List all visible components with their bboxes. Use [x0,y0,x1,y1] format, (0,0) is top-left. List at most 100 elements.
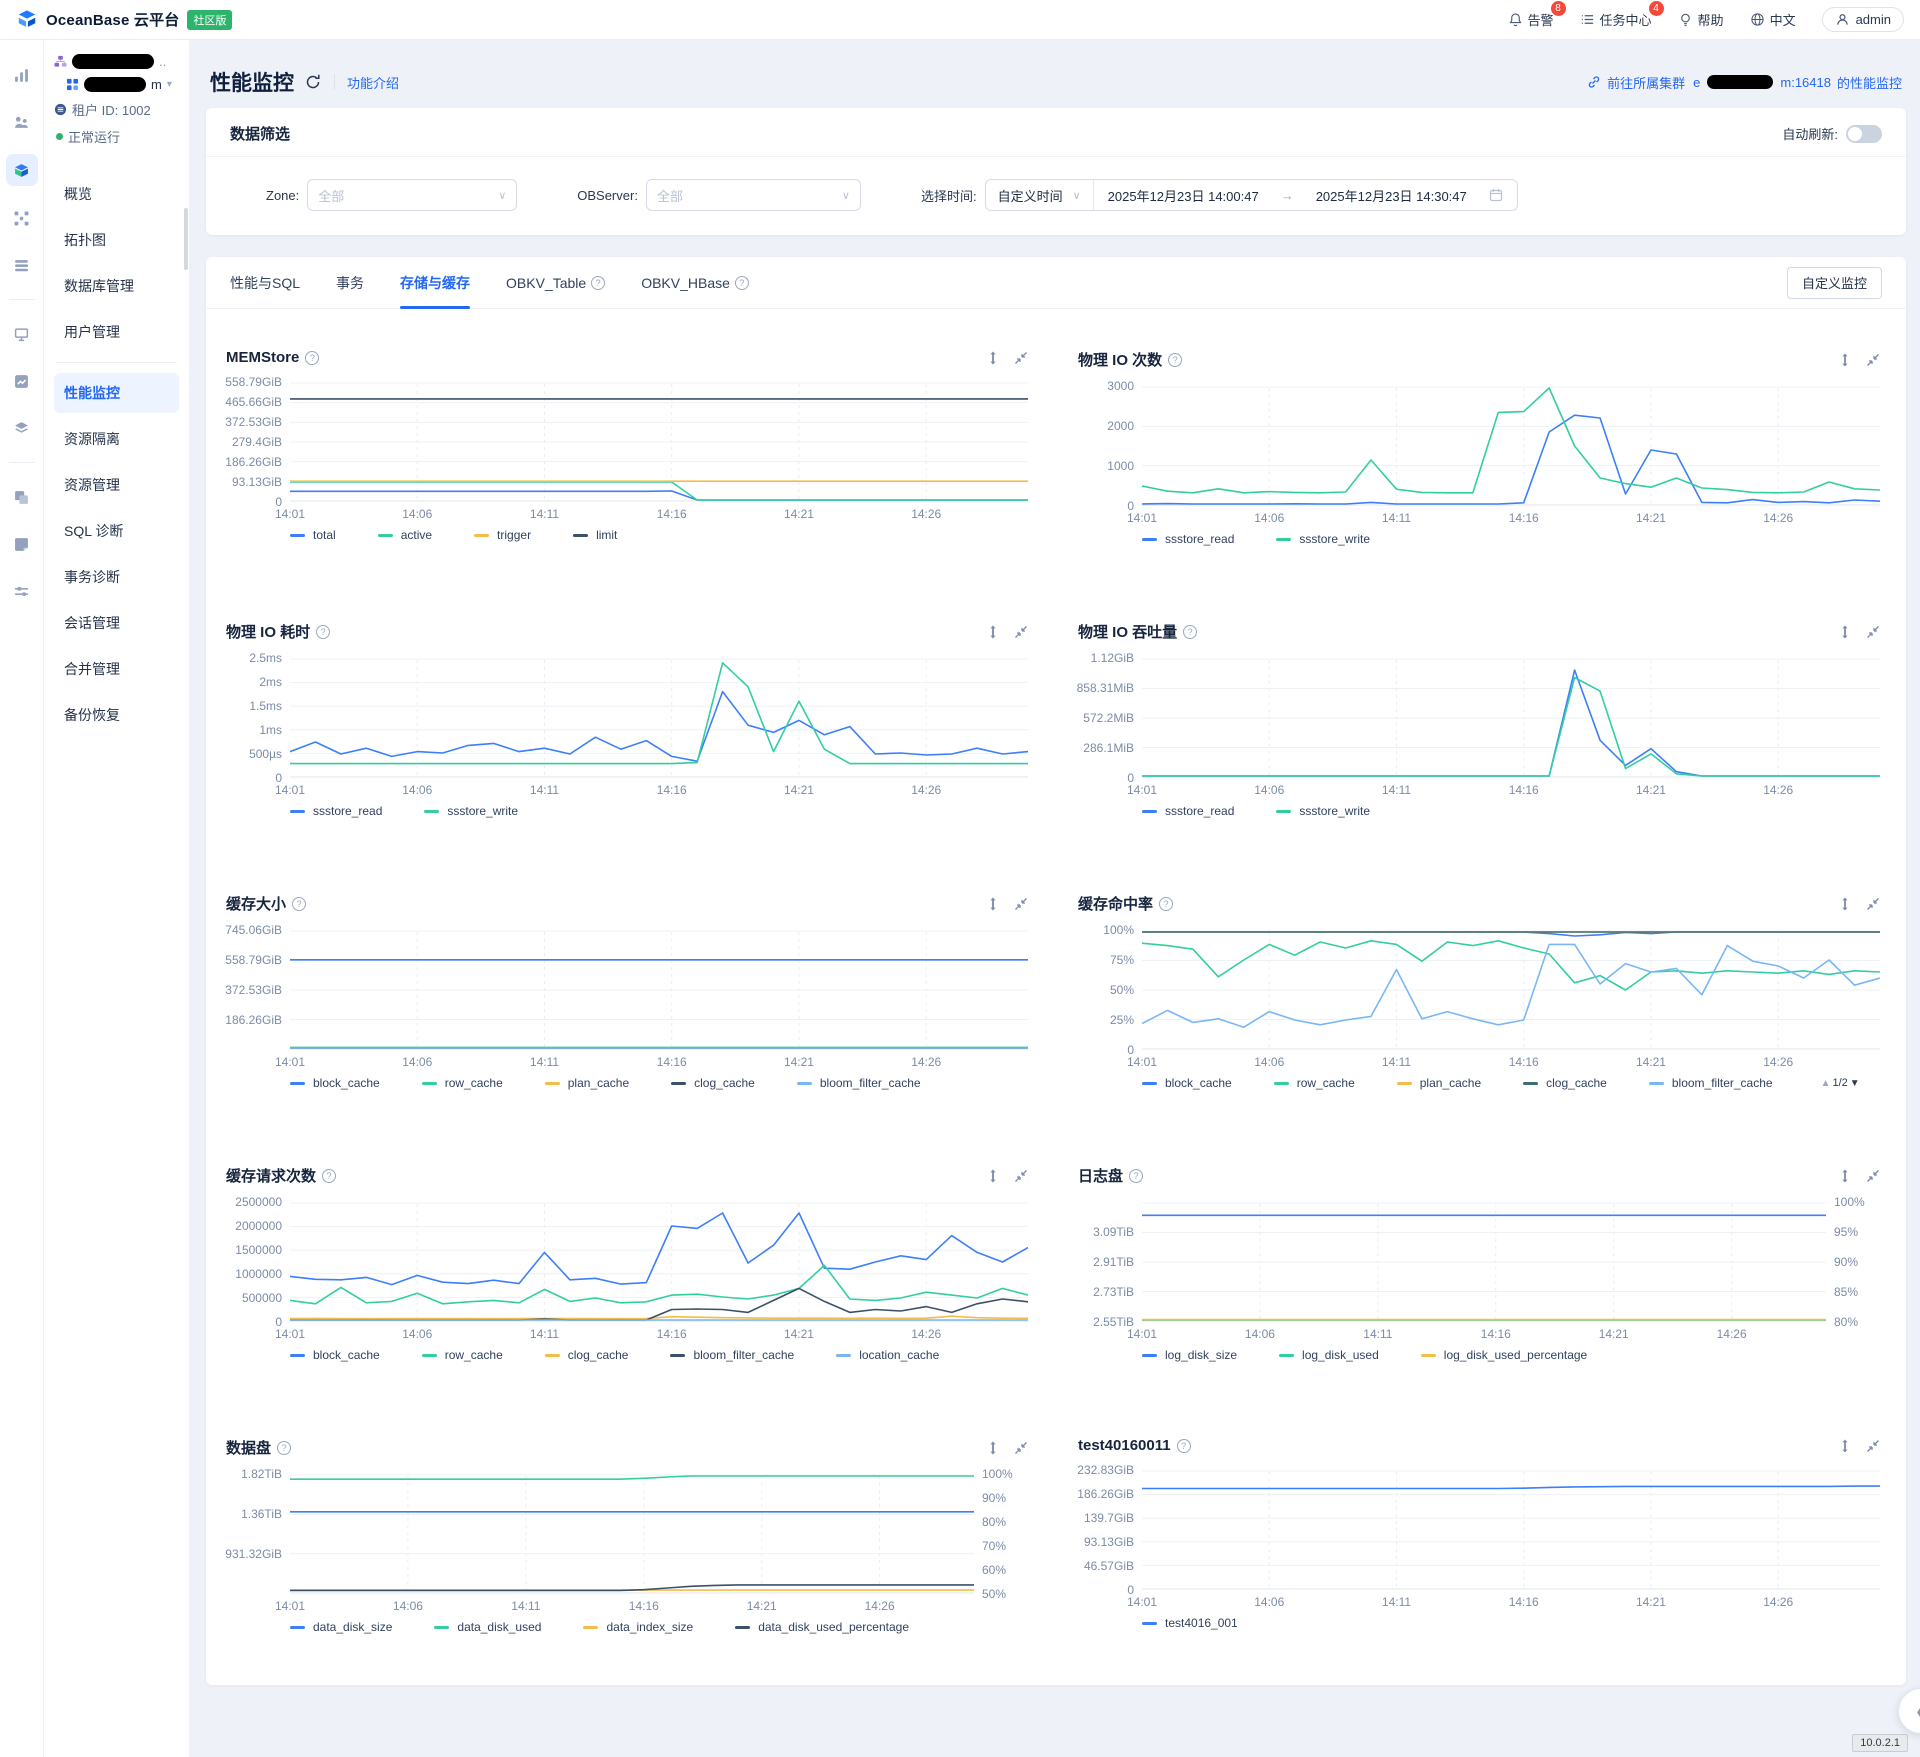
legend-item-ssstore_read[interactable]: ssstore_read [1142,532,1234,546]
tab-性能与SQL[interactable]: 性能与SQL [230,257,300,309]
drag-chart-icon[interactable] [986,351,1000,365]
topology-icon[interactable] [7,203,37,233]
sidebar-item-备份恢复[interactable]: 备份恢复 [54,695,179,735]
zone-select[interactable]: 全部 ∨ [307,179,517,211]
brand[interactable]: OceanBase 云平台 社区版 [16,9,232,31]
legend-item-plan_cache[interactable]: plan_cache [545,1076,629,1090]
tenant-cube-icon[interactable] [6,154,38,186]
legend-item-row_cache[interactable]: row_cache [422,1348,503,1362]
sidebar-item-用户管理[interactable]: 用户管理 [54,312,179,352]
legend-item-block_cache[interactable]: block_cache [290,1348,380,1362]
help-icon[interactable]: ? [1159,897,1173,911]
legend-item-clog_cache[interactable]: clog_cache [1523,1076,1607,1090]
help-icon[interactable]: ? [277,1441,291,1455]
legend-item-bloom_filter_cache[interactable]: bloom_filter_cache [797,1076,921,1090]
task-center-button[interactable]: 任务中心 4 [1580,10,1652,29]
fullscreen-icon[interactable] [1866,625,1880,639]
legend-item-ssstore_write[interactable]: ssstore_write [424,804,518,818]
tab-存储与缓存[interactable]: 存储与缓存 [400,257,470,309]
sidebar-item-事务诊断[interactable]: 事务诊断 [54,557,179,597]
legend-item-ssstore_read[interactable]: ssstore_read [1142,804,1234,818]
drag-chart-icon[interactable] [1838,625,1852,639]
drag-chart-icon[interactable] [986,897,1000,911]
sidebar-item-性能监控[interactable]: 性能监控 [54,373,179,413]
tab-OBKV_HBase[interactable]: OBKV_HBase? [641,257,749,309]
fullscreen-icon[interactable] [1866,897,1880,911]
legend-item-ssstore_write[interactable]: ssstore_write [1276,804,1370,818]
trend-icon[interactable] [7,366,37,396]
legend-item-data_index_size[interactable]: data_index_size [583,1620,693,1634]
help-icon[interactable]: ? [1183,625,1197,639]
time-mode-select[interactable]: 自定义时间 ∨ [986,180,1094,210]
legend-item-limit[interactable]: limit [573,528,617,542]
legend-item-bloom_filter_cache[interactable]: bloom_filter_cache [1649,1076,1773,1090]
legend-item-data_disk_size[interactable]: data_disk_size [290,1620,392,1634]
fullscreen-icon[interactable] [1014,351,1028,365]
legend-item-location_cache[interactable]: location_cache [836,1348,939,1362]
sidebar-item-拓扑图[interactable]: 拓扑图 [54,220,179,260]
legend-item-block_cache[interactable]: block_cache [1142,1076,1232,1090]
time-range-picker[interactable]: 2025年12月23日 14:00:47 → 2025年12月23日 14:30… [1094,186,1517,205]
fullscreen-icon[interactable] [1014,1169,1028,1183]
fullscreen-icon[interactable] [1014,897,1028,911]
sidebar-item-资源管理[interactable]: 资源管理 [54,465,179,505]
legend-item-plan_cache[interactable]: plan_cache [1397,1076,1481,1090]
list-icon[interactable] [7,250,37,280]
legend-item-log_disk_size[interactable]: log_disk_size [1142,1348,1237,1362]
legend-item-clog_cache[interactable]: clog_cache [545,1348,629,1362]
sidebar-item-合并管理[interactable]: 合并管理 [54,649,179,689]
help-button[interactable]: 帮助 [1678,10,1724,29]
drag-chart-icon[interactable] [1838,1439,1852,1453]
goto-cluster-link[interactable]: 前往所属集群 em:16418 的性能监控 [1587,73,1902,92]
legend-item-data_disk_used[interactable]: data_disk_used [434,1620,541,1634]
feature-intro-link[interactable]: 功能介绍 [347,73,399,92]
drag-chart-icon[interactable] [986,1441,1000,1455]
custom-monitor-button[interactable]: 自定义监控 [1787,267,1882,299]
legend-item-log_disk_used[interactable]: log_disk_used [1279,1348,1379,1362]
time-start[interactable]: 2025年12月23日 14:00:47 [1108,186,1259,205]
help-icon[interactable]: ? [735,276,749,290]
sidebar-item-资源隔离[interactable]: 资源隔离 [54,419,179,459]
help-icon[interactable]: ? [316,625,330,639]
legend-item-total[interactable]: total [290,528,336,542]
legend-page-up-icon[interactable]: ▲ [1821,1078,1831,1089]
help-icon[interactable]: ? [591,276,605,290]
cluster-selector[interactable]: .. [54,54,179,69]
legend-item-ssstore_read[interactable]: ssstore_read [290,804,382,818]
sidebar-scrollbar[interactable] [184,208,188,270]
legend-item-trigger[interactable]: trigger [474,528,531,542]
drag-chart-icon[interactable] [1838,1169,1852,1183]
drag-chart-icon[interactable] [986,625,1000,639]
sidebar-item-SQL 诊断[interactable]: SQL 诊断 [54,511,179,551]
fullscreen-icon[interactable] [1014,1441,1028,1455]
auto-refresh-toggle[interactable] [1846,125,1882,143]
sidebar-item-会话管理[interactable]: 会话管理 [54,603,179,643]
help-icon[interactable]: ? [322,1169,336,1183]
sliders-icon[interactable] [7,576,37,606]
help-icon[interactable]: ? [1177,1439,1191,1453]
legend-item-data_disk_used_percentage[interactable]: data_disk_used_percentage [735,1620,909,1634]
fullscreen-icon[interactable] [1866,1439,1880,1453]
tab-事务[interactable]: 事务 [336,257,364,309]
user-menu[interactable]: admin [1822,7,1904,32]
legend-item-row_cache[interactable]: row_cache [422,1076,503,1090]
refresh-icon[interactable] [304,73,322,91]
legend-pager[interactable]: ▲1/2▼ [1821,1077,1860,1089]
help-icon[interactable]: ? [1168,353,1182,367]
legend-item-row_cache[interactable]: row_cache [1274,1076,1355,1090]
legend-item-clog_cache[interactable]: clog_cache [671,1076,755,1090]
legend-item-active[interactable]: active [378,528,432,542]
drag-chart-icon[interactable] [1838,353,1852,367]
help-icon[interactable]: ? [1129,1169,1143,1183]
fullscreen-icon[interactable] [1866,353,1880,367]
alerts-button[interactable]: 告警 8 [1508,10,1554,29]
drag-chart-icon[interactable] [1838,897,1852,911]
legend-item-ssstore_write[interactable]: ssstore_write [1276,532,1370,546]
time-end[interactable]: 2025年12月23日 14:30:47 [1316,186,1467,205]
tab-OBKV_Table[interactable]: OBKV_Table? [506,257,605,309]
copy-icon[interactable] [7,482,37,512]
sidebar-item-概览[interactable]: 概览 [54,174,179,214]
legend-item-test4016_001[interactable]: test4016_001 [1142,1616,1238,1630]
legend-item-bloom_filter_cache[interactable]: bloom_filter_cache [670,1348,794,1362]
layers-icon[interactable] [7,413,37,443]
